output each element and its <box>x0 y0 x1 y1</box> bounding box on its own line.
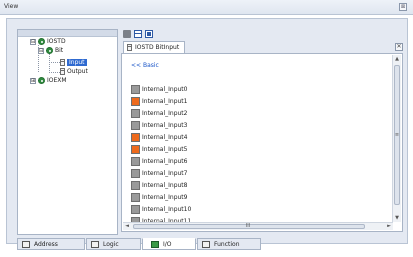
scroll-down-icon[interactable]: ▼ <box>393 215 401 221</box>
document-icon <box>60 59 65 66</box>
cube-icon[interactable] <box>123 30 131 38</box>
document-icon <box>60 68 65 75</box>
signal-state-indicator[interactable] <box>131 120 140 130</box>
tab-label: Logic <box>103 240 119 248</box>
window-icon[interactable] <box>145 30 153 38</box>
signal-label: Internal_Input7 <box>142 169 188 177</box>
tab-logic[interactable]: Logic <box>86 238 141 250</box>
tree-node-label: Output <box>67 68 88 75</box>
tree-node-label: Input <box>67 59 87 66</box>
signal-row[interactable]: Internal_Input7 <box>131 167 191 179</box>
signal-state-indicator[interactable] <box>131 168 140 178</box>
tab-io[interactable]: I/O <box>142 238 196 250</box>
signal-row[interactable]: Internal_Input9 <box>131 191 191 203</box>
io-content-pane: << Basic Internal_Input0 Internal_Input1 I… <box>121 53 403 232</box>
vertical-scrollbar[interactable]: ▲ ≡ ▼ <box>392 55 401 222</box>
tree-node-label: IOSTD <box>47 38 66 45</box>
tree-node-ioexm[interactable]: ⊞ IOEXM <box>30 76 67 85</box>
document-icon <box>127 44 132 51</box>
close-icon[interactable]: ✕ <box>395 43 403 51</box>
pin-icon[interactable]: ⊠ <box>399 3 407 11</box>
gear-icon <box>38 77 45 84</box>
signal-label: Internal_Input5 <box>142 145 188 153</box>
signal-state-indicator[interactable] <box>131 204 140 214</box>
tree-node-bit[interactable]: ⊟ Bit <box>38 46 63 55</box>
split-icon[interactable] <box>134 30 142 38</box>
gear-icon <box>46 47 53 54</box>
signal-row[interactable]: Internal_Input0 <box>131 83 191 95</box>
grip-icon: ≡ <box>394 132 400 138</box>
scroll-right-icon[interactable]: ► <box>385 223 393 229</box>
tree-header <box>18 30 117 37</box>
signal-state-indicator[interactable] <box>131 144 140 154</box>
basic-link[interactable]: << Basic <box>131 62 159 69</box>
tab-label: Address <box>34 240 58 248</box>
signal-label: Internal_Input4 <box>142 133 188 141</box>
signal-row[interactable]: Internal_Input3 <box>131 119 191 131</box>
address-icon <box>22 240 30 248</box>
collapse-icon[interactable]: ⊟ <box>38 47 44 54</box>
signal-state-indicator[interactable] <box>131 108 140 118</box>
tree-connector <box>49 72 60 73</box>
signal-label: Internal_Input10 <box>142 205 192 213</box>
expand-icon[interactable]: ⊞ <box>30 77 36 84</box>
tab-address[interactable]: Address <box>17 238 85 250</box>
signal-label: Internal_Input3 <box>142 121 188 129</box>
signal-state-indicator[interactable] <box>131 84 140 94</box>
logic-icon <box>91 240 99 248</box>
signal-label: Internal_Input9 <box>142 193 188 201</box>
function-icon <box>202 240 210 248</box>
signal-row[interactable]: Internal_Input4 <box>131 131 191 143</box>
tree-node-iostd[interactable]: ⊟ IOSTD <box>30 37 66 46</box>
signal-row[interactable]: Internal_Input5 <box>131 143 191 155</box>
scroll-left-icon[interactable]: ◄ <box>123 223 131 229</box>
title-bar: View ⊠ <box>0 0 413 15</box>
io-icon <box>151 240 159 248</box>
signal-label: Internal_Input8 <box>142 181 188 189</box>
signal-row[interactable]: Internal_Input6 <box>131 155 191 167</box>
tab-iostd-bitinput[interactable]: IOSTD BitInput <box>123 41 186 53</box>
collapse-icon[interactable]: ⊟ <box>30 38 36 45</box>
signal-row[interactable]: Internal_Input10 <box>131 203 191 215</box>
tab-label: I/O <box>163 240 172 248</box>
signal-state-indicator[interactable] <box>131 192 140 202</box>
view-toolbar <box>121 29 407 40</box>
signal-row[interactable]: Internal_Input2 <box>131 107 191 119</box>
signal-row[interactable]: Internal_Input8 <box>131 179 191 191</box>
tab-label: Function <box>214 240 240 248</box>
signal-state-indicator[interactable] <box>131 96 140 106</box>
tree-node-input[interactable]: Input <box>60 58 87 67</box>
signal-state-indicator[interactable] <box>131 180 140 190</box>
signal-state-indicator[interactable] <box>131 132 140 142</box>
tab-function[interactable]: Function <box>197 238 261 250</box>
tree-node-label: IOEXM <box>47 77 67 84</box>
signal-label: Internal_Input6 <box>142 157 188 165</box>
signal-row[interactable]: Internal_Input1 <box>131 95 191 107</box>
tree-node-output[interactable]: Output <box>60 67 88 76</box>
signal-label: Internal_Input1 <box>142 97 188 105</box>
tree-node-label: Bit <box>55 47 64 54</box>
signal-label: Internal_Input0 <box>142 85 188 93</box>
tree-connector <box>49 53 50 73</box>
tab-label: IOSTD BitInput <box>135 44 180 51</box>
grip-icon: III <box>245 223 251 229</box>
document-tabstrip: IOSTD BitInput ✕ <box>121 41 403 53</box>
bottom-tab-bar: Address Logic I/O Function <box>17 238 407 250</box>
horizontal-scrollbar[interactable]: ◄ III ► <box>123 222 393 230</box>
gear-icon <box>38 38 45 45</box>
window-title: View <box>4 3 19 10</box>
signal-list: Internal_Input0 Internal_Input1 Internal_I… <box>131 83 191 227</box>
signal-state-indicator[interactable] <box>131 156 140 166</box>
tree-connector <box>49 62 60 63</box>
signal-label: Internal_Input2 <box>142 109 188 117</box>
scroll-up-icon[interactable]: ▲ <box>393 56 401 62</box>
